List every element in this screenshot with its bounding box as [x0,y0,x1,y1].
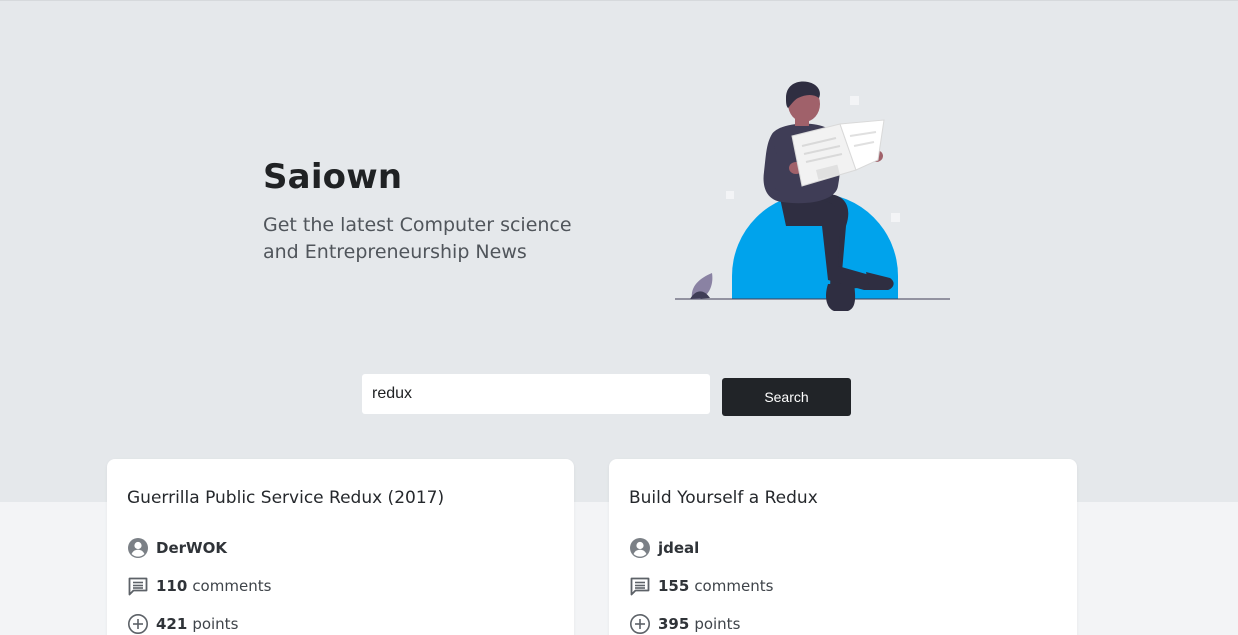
result-points-row: 395 points [629,613,740,635]
search-input[interactable] [362,374,710,414]
site-title: Saiown [263,157,403,197]
hero-section: Saiown Get the latest Computer science a… [0,0,1238,502]
result-card[interactable]: Guerrilla Public Service Redux (2017) De… [107,459,574,635]
user-circle-icon [127,537,149,559]
user-circle-icon [629,537,651,559]
result-points-count: 395 [658,615,690,633]
result-points-label: points [694,615,741,633]
comment-icon [127,575,149,597]
result-author-row: jdeal [629,537,704,559]
result-comments-count: 155 [658,577,690,595]
result-comments-row[interactable]: 110 comments [127,575,271,597]
result-author[interactable]: DerWOK [156,539,227,557]
site-subtitle: Get the latest Computer science and Entr… [263,214,572,263]
result-title[interactable]: Build Yourself a Redux [629,488,818,508]
decor-square [726,191,734,199]
search-button[interactable]: Search [722,378,851,416]
result-points-count: 421 [156,615,188,633]
decor-square [891,213,900,222]
comment-icon [629,575,651,597]
result-comments-count: 110 [156,577,188,595]
plus-circle-icon[interactable] [127,613,149,635]
decor-square [850,96,859,105]
plus-circle-icon[interactable] [629,613,651,635]
result-author[interactable]: jdeal [658,539,699,557]
result-comments-label: comments [192,577,272,595]
result-points-label: points [192,615,239,633]
result-comments-row[interactable]: 155 comments [629,575,773,597]
result-title[interactable]: Guerrilla Public Service Redux (2017) [127,488,444,508]
result-points-row: 421 points [127,613,238,635]
result-comments-label: comments [694,577,774,595]
reading-person-illustration [675,81,950,311]
result-card[interactable]: Build Yourself a Redux jdeal 155 comment… [609,459,1077,635]
result-author-row: DerWOK [127,537,232,559]
shoe [826,284,856,311]
